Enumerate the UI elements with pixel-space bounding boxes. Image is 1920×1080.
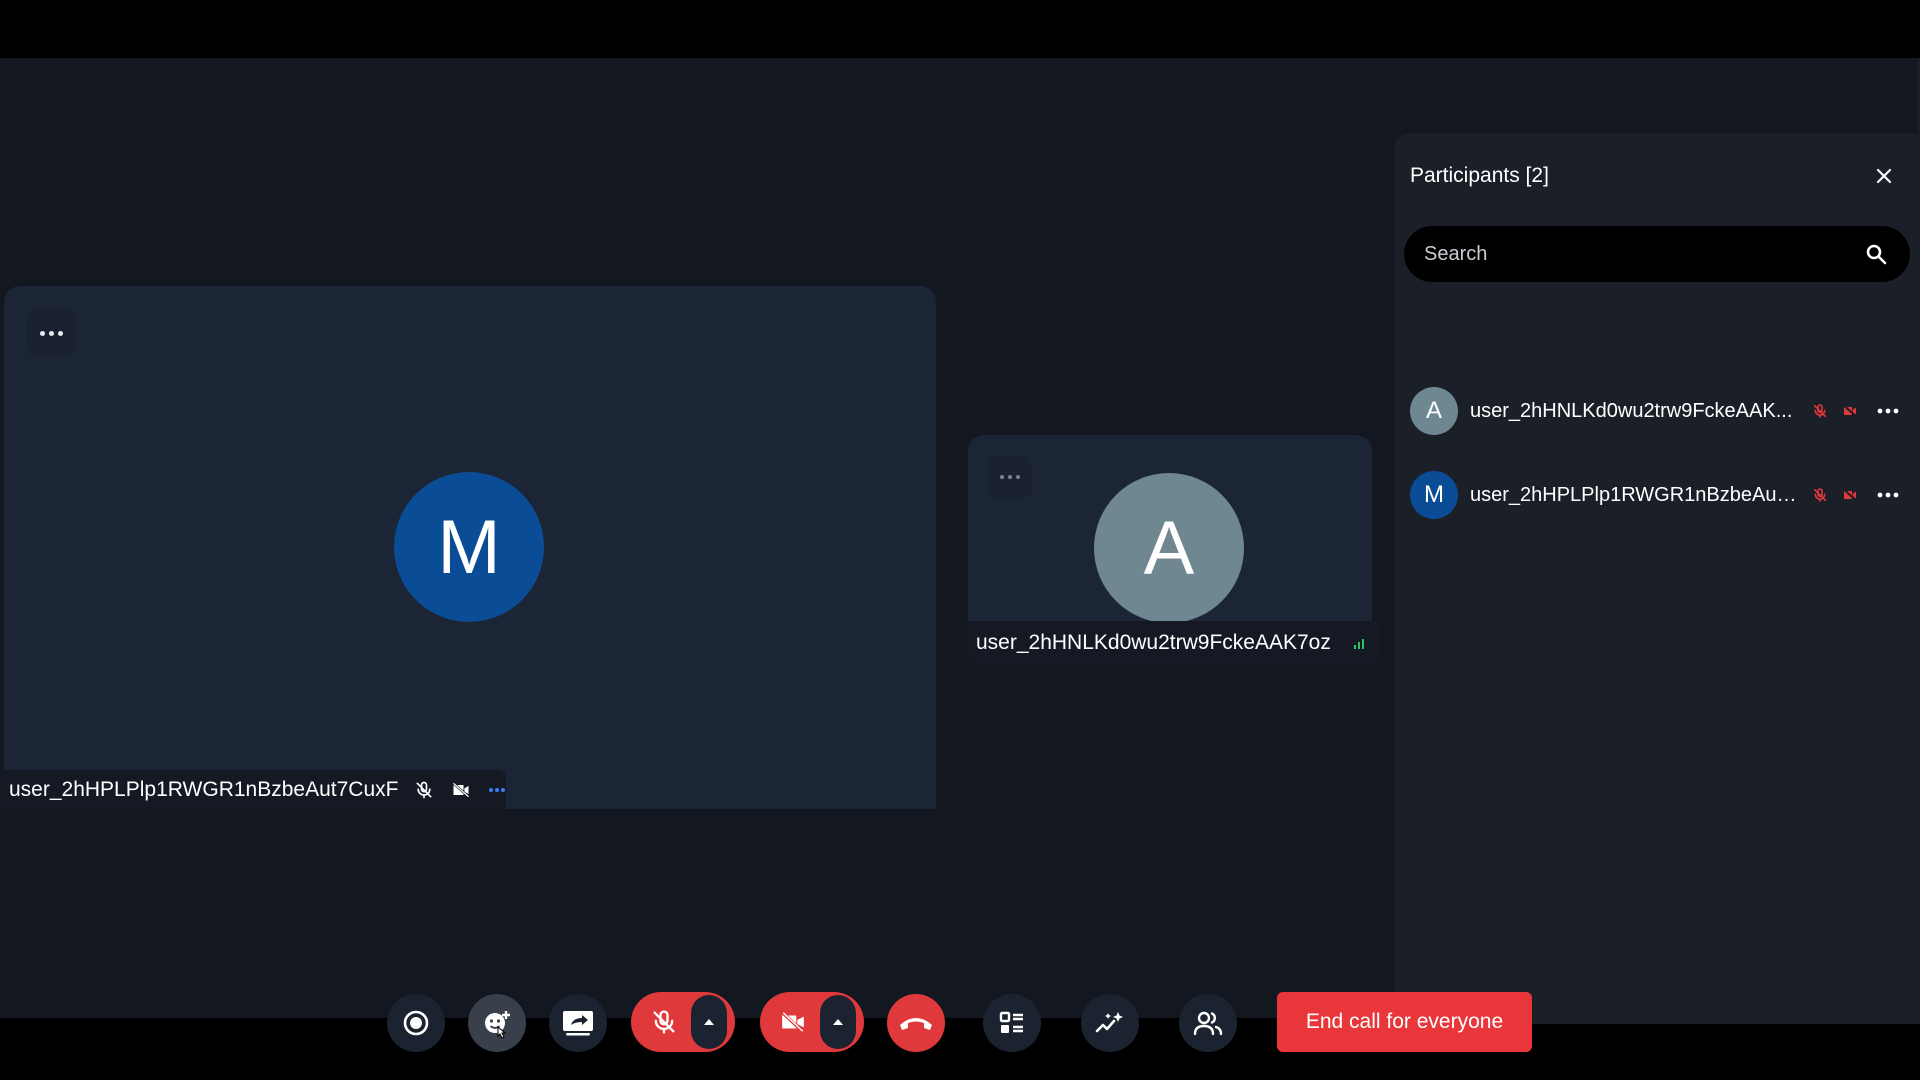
- close-icon: [1876, 168, 1892, 184]
- list-icon: [999, 1011, 1023, 1033]
- camera-toggle-button[interactable]: [764, 992, 822, 1052]
- participant-more-button[interactable]: [1868, 391, 1908, 431]
- hang-up-icon: [900, 1018, 932, 1030]
- layout-button[interactable]: [983, 994, 1041, 1052]
- participant-list-item[interactable]: A user_2hHNLKd0wu2trw9FckeAAK...: [1410, 386, 1910, 436]
- camera-off-icon: [1840, 485, 1860, 505]
- meeting-window: M user_2hHPLPlp1RWGR1nBzbeAut7CuxF A use…: [0, 58, 1920, 1052]
- camera-control: [760, 992, 864, 1052]
- tile-more-button[interactable]: [26, 308, 76, 358]
- search-icon[interactable]: [1864, 242, 1888, 266]
- participant-tile-main: M: [4, 286, 938, 1036]
- more-icon: [1877, 492, 1899, 498]
- screen-share-button[interactable]: [549, 994, 607, 1052]
- more-icon: [1877, 408, 1899, 414]
- camera-off-icon: [450, 779, 472, 801]
- reactions-button[interactable]: [468, 994, 526, 1052]
- emoji-add-icon: [485, 1011, 510, 1039]
- more-icon: [39, 330, 63, 336]
- more-options-icon[interactable]: [488, 779, 506, 801]
- participants-button[interactable]: [1179, 994, 1237, 1052]
- close-panel-button[interactable]: [1872, 164, 1896, 188]
- search-input[interactable]: [1424, 226, 1844, 282]
- camera-off-icon: [781, 1011, 804, 1033]
- mic-off-icon: [414, 779, 434, 801]
- caret-up-icon: [833, 1019, 843, 1025]
- mic-off-icon: [1810, 401, 1830, 421]
- panel-title: Participants [2]: [1410, 164, 1549, 187]
- avatar-side: A: [1094, 473, 1244, 621]
- tile-more-button[interactable]: [988, 455, 1032, 499]
- mic-off-icon: [1810, 485, 1830, 505]
- more-icon: [1000, 475, 1020, 479]
- people-icon: [1193, 1011, 1223, 1036]
- mic-off-icon: [653, 1010, 675, 1034]
- leave-call-button[interactable]: [887, 994, 945, 1052]
- mic-toggle-button[interactable]: [635, 992, 693, 1052]
- record-icon: [403, 1010, 429, 1036]
- camera-options-button[interactable]: [820, 995, 856, 1049]
- participant-more-button[interactable]: [1868, 475, 1908, 515]
- participant-search: [1404, 226, 1910, 282]
- participant-list-item[interactable]: M user_2hHPLPlp1RWGR1nBzbeAut7...: [1410, 470, 1910, 520]
- side-name-bar: user_2hHNLKd0wu2trw9FckeAAK7oz: [968, 621, 1380, 665]
- avatar: A: [1410, 387, 1458, 435]
- mic-options-button[interactable]: [691, 995, 727, 1049]
- screen-share-icon: [563, 1011, 593, 1036]
- main-participant-name: user_2hHPLPlp1RWGR1nBzbeAut7CuxF: [9, 778, 399, 801]
- participant-tile-side: A: [968, 435, 1372, 621]
- avatar-main: M: [394, 472, 544, 622]
- microphone-control: [631, 992, 735, 1052]
- main-name-bar: user_2hHPLPlp1RWGR1nBzbeAut7CuxF: [0, 770, 506, 810]
- camera-off-icon: [1840, 401, 1860, 421]
- participant-name: user_2hHPLPlp1RWGR1nBzbeAut7...: [1470, 483, 1800, 506]
- signal-strength-icon: [1354, 637, 1364, 649]
- caret-up-icon: [704, 1019, 714, 1025]
- participants-panel: Participants [2] A user_2hHNLKd0wu2trw9F…: [1394, 134, 1920, 1024]
- record-button[interactable]: [387, 994, 445, 1052]
- sparkle-pen-icon: [1095, 1012, 1123, 1033]
- whiteboard-button[interactable]: [1081, 994, 1139, 1052]
- participant-name: user_2hHNLKd0wu2trw9FckeAAK...: [1470, 399, 1793, 422]
- side-participant-name: user_2hHNLKd0wu2trw9FckeAAK7oz: [976, 631, 1331, 654]
- end-call-for-everyone-button[interactable]: End call for everyone: [1277, 992, 1532, 1052]
- avatar: M: [1410, 471, 1458, 519]
